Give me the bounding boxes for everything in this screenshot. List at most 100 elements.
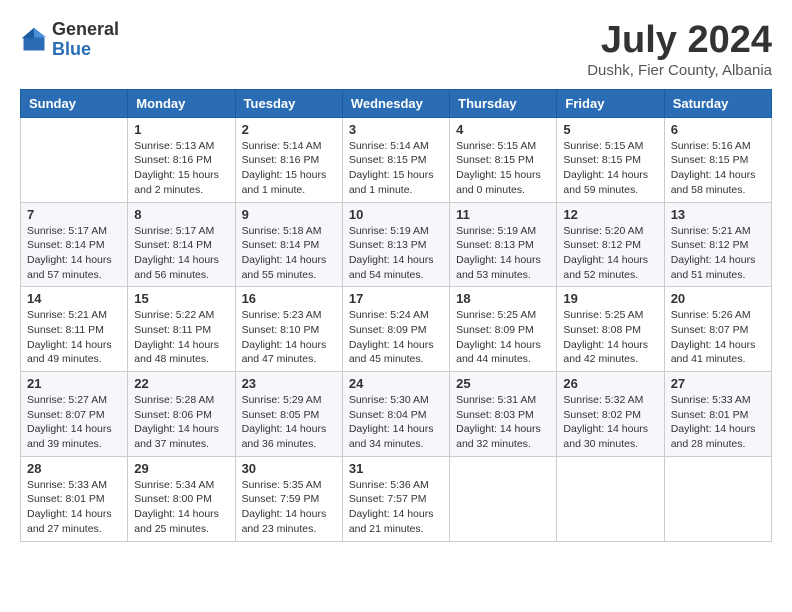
day-number: 8 <box>134 207 228 222</box>
calendar-cell: 22 Sunrise: 5:28 AM Sunset: 8:06 PM Dayli… <box>128 372 235 457</box>
calendar-cell: 19 Sunrise: 5:25 AM Sunset: 8:08 PM Dayli… <box>557 287 664 372</box>
location-subtitle: Dushk, Fier County, Albania <box>587 62 772 79</box>
day-info: Sunrise: 5:22 AM Sunset: 8:11 PM Dayligh… <box>134 308 228 367</box>
day-number: 23 <box>242 376 336 391</box>
col-header-saturday: Saturday <box>664 89 771 117</box>
calendar-week-row: 1 Sunrise: 5:13 AM Sunset: 8:16 PM Daylig… <box>21 117 772 202</box>
day-number: 15 <box>134 291 228 306</box>
day-info: Sunrise: 5:15 AM Sunset: 8:15 PM Dayligh… <box>563 139 657 198</box>
day-info: Sunrise: 5:25 AM Sunset: 8:08 PM Dayligh… <box>563 308 657 367</box>
calendar-cell: 3Sunrise: 5:14 AM Sunset: 8:15 PM Daylig… <box>342 117 449 202</box>
day-info: Sunrise: 5:33 AM Sunset: 8:01 PM Dayligh… <box>671 393 765 452</box>
calendar-cell: 28 Sunrise: 5:33 AM Sunset: 8:01 PM Dayli… <box>21 456 128 541</box>
logo-text: General Blue <box>52 20 119 60</box>
calendar-cell: 5 Sunrise: 5:15 AM Sunset: 8:15 PM Daylig… <box>557 117 664 202</box>
day-info: Sunrise: 5:36 AM Sunset: 7:57 PM Dayligh… <box>349 478 443 537</box>
day-number: 11 <box>456 207 550 222</box>
col-header-thursday: Thursday <box>450 89 557 117</box>
day-info: Sunrise: 5:31 AM Sunset: 8:03 PM Dayligh… <box>456 393 550 452</box>
day-number: 18 <box>456 291 550 306</box>
page-header: General Blue July 2024 Dushk, Fier Count… <box>20 20 772 79</box>
month-year-title: July 2024 <box>587 20 772 62</box>
calendar-cell: 12 Sunrise: 5:20 AM Sunset: 8:12 PM Dayli… <box>557 202 664 287</box>
calendar-cell <box>450 456 557 541</box>
day-number: 1 <box>134 122 228 137</box>
calendar-cell: 16 Sunrise: 5:23 AM Sunset: 8:10 PM Dayli… <box>235 287 342 372</box>
calendar-cell: 8 Sunrise: 5:17 AM Sunset: 8:14 PM Daylig… <box>128 202 235 287</box>
day-number: 7 <box>27 207 121 222</box>
calendar-cell: 21 Sunrise: 5:27 AM Sunset: 8:07 PM Dayli… <box>21 372 128 457</box>
title-section: July 2024 Dushk, Fier County, Albania <box>587 20 772 79</box>
day-number: 21 <box>27 376 121 391</box>
day-number: 19 <box>563 291 657 306</box>
calendar-week-row: 28 Sunrise: 5:33 AM Sunset: 8:01 PM Dayli… <box>21 456 772 541</box>
day-number: 5 <box>563 122 657 137</box>
calendar-cell: 31 Sunrise: 5:36 AM Sunset: 7:57 PM Dayli… <box>342 456 449 541</box>
calendar-week-row: 21 Sunrise: 5:27 AM Sunset: 8:07 PM Dayli… <box>21 372 772 457</box>
day-info: Sunrise: 5:17 AM Sunset: 8:14 PM Dayligh… <box>134 224 228 283</box>
col-header-wednesday: Wednesday <box>342 89 449 117</box>
day-number: 25 <box>456 376 550 391</box>
day-info: Sunrise: 5:30 AM Sunset: 8:04 PM Dayligh… <box>349 393 443 452</box>
day-number: 28 <box>27 461 121 476</box>
day-number: 17 <box>349 291 443 306</box>
day-number: 29 <box>134 461 228 476</box>
col-header-monday: Monday <box>128 89 235 117</box>
day-info: Sunrise: 5:28 AM Sunset: 8:06 PM Dayligh… <box>134 393 228 452</box>
calendar-cell: 10 Sunrise: 5:19 AM Sunset: 8:13 PM Dayli… <box>342 202 449 287</box>
calendar-cell: 26Sunrise: 5:32 AM Sunset: 8:02 PM Dayli… <box>557 372 664 457</box>
day-info: Sunrise: 5:19 AM Sunset: 8:13 PM Dayligh… <box>349 224 443 283</box>
col-header-sunday: Sunday <box>21 89 128 117</box>
day-number: 16 <box>242 291 336 306</box>
calendar-cell: 27 Sunrise: 5:33 AM Sunset: 8:01 PM Dayli… <box>664 372 771 457</box>
day-number: 30 <box>242 461 336 476</box>
day-info: Sunrise: 5:23 AM Sunset: 8:10 PM Dayligh… <box>242 308 336 367</box>
calendar-cell: 20 Sunrise: 5:26 AM Sunset: 8:07 PM Dayli… <box>664 287 771 372</box>
calendar-cell: 4Sunrise: 5:15 AM Sunset: 8:15 PM Daylig… <box>450 117 557 202</box>
calendar-cell: 17Sunrise: 5:24 AM Sunset: 8:09 PM Dayli… <box>342 287 449 372</box>
calendar-cell: 15 Sunrise: 5:22 AM Sunset: 8:11 PM Dayli… <box>128 287 235 372</box>
calendar-cell: 1 Sunrise: 5:13 AM Sunset: 8:16 PM Daylig… <box>128 117 235 202</box>
day-info: Sunrise: 5:13 AM Sunset: 8:16 PM Dayligh… <box>134 139 228 198</box>
day-number: 13 <box>671 207 765 222</box>
calendar-cell: 11 Sunrise: 5:19 AM Sunset: 8:13 PM Dayli… <box>450 202 557 287</box>
calendar-table: SundayMondayTuesdayWednesdayThursdayFrid… <box>20 89 772 542</box>
col-header-friday: Friday <box>557 89 664 117</box>
day-info: Sunrise: 5:21 AM Sunset: 8:11 PM Dayligh… <box>27 308 121 367</box>
calendar-cell: 6Sunrise: 5:16 AM Sunset: 8:15 PM Daylig… <box>664 117 771 202</box>
day-number: 31 <box>349 461 443 476</box>
day-number: 12 <box>563 207 657 222</box>
calendar-cell: 2Sunrise: 5:14 AM Sunset: 8:16 PM Daylig… <box>235 117 342 202</box>
day-number: 26 <box>563 376 657 391</box>
day-info: Sunrise: 5:29 AM Sunset: 8:05 PM Dayligh… <box>242 393 336 452</box>
logo: General Blue <box>20 20 119 60</box>
day-info: Sunrise: 5:26 AM Sunset: 8:07 PM Dayligh… <box>671 308 765 367</box>
day-info: Sunrise: 5:16 AM Sunset: 8:15 PM Dayligh… <box>671 139 765 198</box>
day-info: Sunrise: 5:19 AM Sunset: 8:13 PM Dayligh… <box>456 224 550 283</box>
calendar-cell: 23 Sunrise: 5:29 AM Sunset: 8:05 PM Dayli… <box>235 372 342 457</box>
day-info: Sunrise: 5:15 AM Sunset: 8:15 PM Dayligh… <box>456 139 550 198</box>
day-number: 20 <box>671 291 765 306</box>
logo-blue-text: Blue <box>52 40 119 60</box>
day-number: 10 <box>349 207 443 222</box>
day-number: 27 <box>671 376 765 391</box>
day-info: Sunrise: 5:33 AM Sunset: 8:01 PM Dayligh… <box>27 478 121 537</box>
col-header-tuesday: Tuesday <box>235 89 342 117</box>
calendar-cell: 25 Sunrise: 5:31 AM Sunset: 8:03 PM Dayli… <box>450 372 557 457</box>
calendar-cell: 13Sunrise: 5:21 AM Sunset: 8:12 PM Dayli… <box>664 202 771 287</box>
day-number: 22 <box>134 376 228 391</box>
calendar-cell: 24 Sunrise: 5:30 AM Sunset: 8:04 PM Dayli… <box>342 372 449 457</box>
calendar-cell: 7 Sunrise: 5:17 AM Sunset: 8:14 PM Daylig… <box>21 202 128 287</box>
day-info: Sunrise: 5:34 AM Sunset: 8:00 PM Dayligh… <box>134 478 228 537</box>
calendar-cell: 14Sunrise: 5:21 AM Sunset: 8:11 PM Dayli… <box>21 287 128 372</box>
day-info: Sunrise: 5:27 AM Sunset: 8:07 PM Dayligh… <box>27 393 121 452</box>
day-info: Sunrise: 5:20 AM Sunset: 8:12 PM Dayligh… <box>563 224 657 283</box>
logo-icon <box>20 26 48 54</box>
day-number: 2 <box>242 122 336 137</box>
day-info: Sunrise: 5:25 AM Sunset: 8:09 PM Dayligh… <box>456 308 550 367</box>
calendar-header-row: SundayMondayTuesdayWednesdayThursdayFrid… <box>21 89 772 117</box>
calendar-cell: 30Sunrise: 5:35 AM Sunset: 7:59 PM Dayli… <box>235 456 342 541</box>
day-info: Sunrise: 5:17 AM Sunset: 8:14 PM Dayligh… <box>27 224 121 283</box>
calendar-week-row: 7 Sunrise: 5:17 AM Sunset: 8:14 PM Daylig… <box>21 202 772 287</box>
day-number: 24 <box>349 376 443 391</box>
